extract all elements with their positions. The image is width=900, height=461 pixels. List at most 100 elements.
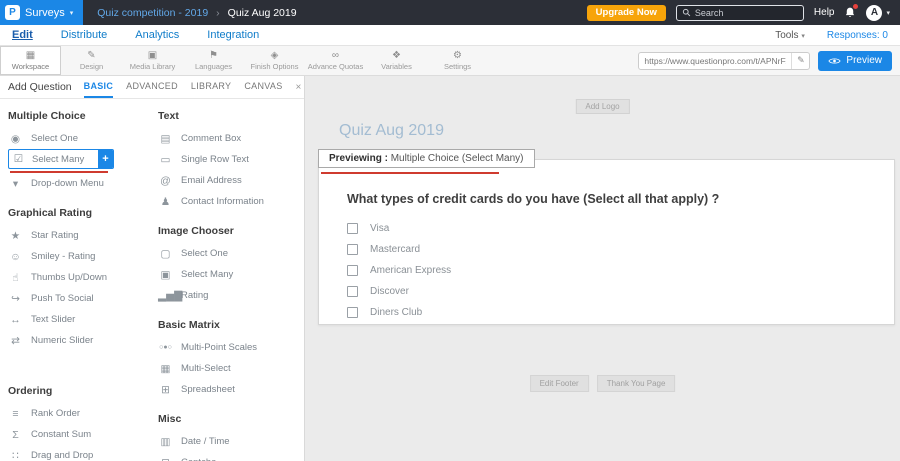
question-type-dropdown-menu[interactable]: ▾ Drop-down Menu [8, 173, 142, 194]
checkbox-icon[interactable] [347, 265, 358, 276]
question-type-thumbs-up-down[interactable]: ☝ Thumbs Up/Down [8, 267, 142, 288]
dropdown-icon: ▾ [8, 178, 23, 190]
question-type-spreadsheet[interactable]: ⊞ Spreadsheet [158, 379, 296, 400]
multi-select-icon: ▦ [158, 363, 173, 375]
question-type-date-time[interactable]: ▥ Date / Time [158, 431, 296, 452]
checkbox-icon[interactable] [347, 244, 358, 255]
question-type-numeric-slider[interactable]: ⇄ Numeric Slider [8, 330, 142, 351]
question-type-label: Select One [181, 248, 228, 259]
settings-gear-icon: ⚙ [453, 50, 462, 61]
edit-url-pencil-icon[interactable]: ✎ [791, 53, 809, 69]
question-type-label: Star Rating [31, 230, 79, 241]
toolbar-variables[interactable]: ❖ Variables [366, 46, 427, 75]
multi-point-icon: ○●○ [158, 344, 173, 351]
thank-you-page-button[interactable]: Thank You Page [597, 375, 676, 392]
tools-menu[interactable]: Tools ▾ [775, 30, 805, 41]
sidebar-header: Add Question BASIC ADVANCED LIBRARY CANV… [0, 76, 304, 99]
survey-url-input[interactable] [639, 56, 791, 66]
survey-title[interactable]: Quiz Aug 2019 [339, 122, 444, 140]
question-type-star-rating[interactable]: ★ Star Rating [8, 225, 142, 246]
tab-canvas[interactable]: CANVAS [244, 76, 282, 98]
question-type-label: Smiley - Rating [31, 251, 95, 262]
responses-count-link[interactable]: Responses: 0 [827, 30, 888, 41]
tab-integration[interactable]: Integration [207, 29, 259, 41]
question-type-image-rating[interactable]: ▂▅▇ Rating [158, 285, 296, 306]
question-type-drag-and-drop[interactable]: ∷ Drag and Drop [8, 445, 142, 461]
answer-option: American Express [347, 260, 884, 281]
question-type-label: Spreadsheet [181, 384, 235, 395]
question-type-multi-point-scales[interactable]: ○●○ Multi-Point Scales [158, 337, 296, 358]
question-type-push-to-social[interactable]: ↪ Push To Social [8, 288, 142, 309]
question-type-rank-order[interactable]: ≡ Rank Order [8, 403, 142, 424]
toolbar-finish-options[interactable]: ◈ Finish Options [244, 46, 305, 75]
image-select-one-icon: ▢ [158, 248, 173, 260]
image-rating-icon: ▂▅▇ [158, 290, 173, 302]
help-link[interactable]: Help [814, 7, 835, 18]
preview-button[interactable]: Preview [818, 51, 892, 71]
tab-edit[interactable]: Edit [12, 29, 33, 41]
search-input[interactable] [695, 8, 798, 18]
upgrade-now-button[interactable]: Upgrade Now [587, 5, 666, 21]
question-type-select-many[interactable]: ☑ Select Many + [8, 149, 114, 169]
checkbox-icon[interactable] [347, 307, 358, 318]
toolbar-languages[interactable]: ⚑ Languages [183, 46, 244, 75]
tab-basic[interactable]: BASIC [84, 76, 114, 98]
notifications-bell-icon[interactable] [844, 6, 856, 19]
question-type-image-select-one[interactable]: ▢ Select One [158, 243, 296, 264]
question-type-contact-information[interactable]: ♟ Contact Information [158, 191, 296, 212]
question-type-text-slider[interactable]: ↔ Text Slider [8, 309, 142, 330]
previewing-label-prefix: Previewing : [329, 153, 388, 164]
questionpro-logo-icon[interactable]: P [5, 5, 20, 20]
option-label: Visa [370, 223, 389, 234]
tab-library[interactable]: LIBRARY [191, 76, 231, 98]
question-type-label: Select Many [181, 269, 233, 280]
question-type-constant-sum[interactable]: Σ Constant Sum [8, 424, 142, 445]
tab-distribute[interactable]: Distribute [61, 29, 107, 41]
question-type-label: Thumbs Up/Down [31, 272, 107, 283]
answer-options: Visa Mastercard American Express Discove… [347, 218, 884, 323]
surveys-menu[interactable]: P Surveys ▾ [0, 0, 83, 25]
toolbar-workspace[interactable]: ▦ Workspace [0, 46, 61, 75]
toolbar-advance-quotas[interactable]: ∞ Advance Quotas [305, 46, 366, 75]
add-logo-button[interactable]: Add Logo [575, 99, 629, 114]
toolbar-settings[interactable]: ⚙ Settings [427, 46, 488, 75]
media-library-icon: ▣ [148, 50, 157, 61]
tab-advanced[interactable]: ADVANCED [126, 76, 178, 98]
question-type-columns: Multiple Choice ◉ Select One ☑ Select Ma… [0, 99, 304, 461]
add-question-plus-button[interactable]: + [98, 150, 113, 168]
answer-option: Diners Club [347, 302, 884, 323]
toolbar-design[interactable]: ✎ Design [61, 46, 122, 75]
question-text[interactable]: What types of credit cards do you have (… [347, 192, 884, 206]
question-type-email-address[interactable]: @ Email Address [158, 170, 296, 191]
account-menu[interactable]: A ▾ [866, 5, 890, 21]
close-icon[interactable]: × [296, 82, 302, 93]
calendar-icon: ▥ [158, 436, 173, 448]
question-type-label: Email Address [181, 175, 242, 186]
rank-order-icon: ≡ [8, 408, 23, 420]
content: Add Question BASIC ADVANCED LIBRARY CANV… [0, 76, 900, 461]
toolbar-label: Advance Quotas [308, 62, 363, 71]
question-type-label: Select Many [32, 154, 84, 165]
main-nav: Edit Distribute Analytics Integration To… [0, 25, 900, 46]
numeric-slider-icon: ⇄ [8, 335, 23, 347]
checkbox-icon[interactable] [347, 223, 358, 234]
tab-analytics[interactable]: Analytics [135, 29, 179, 41]
question-type-smiley-rating[interactable]: ☺ Smiley - Rating [8, 246, 142, 267]
edit-footer-button[interactable]: Edit Footer [530, 375, 589, 392]
toolbar-media-library[interactable]: ▣ Media Library [122, 46, 183, 75]
question-type-label: Comment Box [181, 133, 241, 144]
variables-icon: ❖ [392, 50, 401, 61]
advance-quotas-icon: ∞ [332, 50, 339, 61]
question-type-captcha[interactable]: ⊡ Captcha [158, 452, 296, 461]
question-type-comment-box[interactable]: ▤ Comment Box [158, 128, 296, 149]
question-type-multi-select[interactable]: ▦ Multi-Select [158, 358, 296, 379]
section-heading: Graphical Rating [8, 207, 142, 219]
star-icon: ★ [8, 230, 23, 242]
breadcrumb-parent[interactable]: Quiz competition - 2019 [97, 7, 208, 19]
share-icon: ↪ [8, 293, 23, 305]
question-type-select-one[interactable]: ◉ Select One [8, 128, 142, 149]
question-type-image-select-many[interactable]: ▣ Select Many [158, 264, 296, 285]
question-type-single-row-text[interactable]: ▭ Single Row Text [158, 149, 296, 170]
surveys-menu-label: Surveys [25, 7, 65, 19]
checkbox-icon[interactable] [347, 286, 358, 297]
